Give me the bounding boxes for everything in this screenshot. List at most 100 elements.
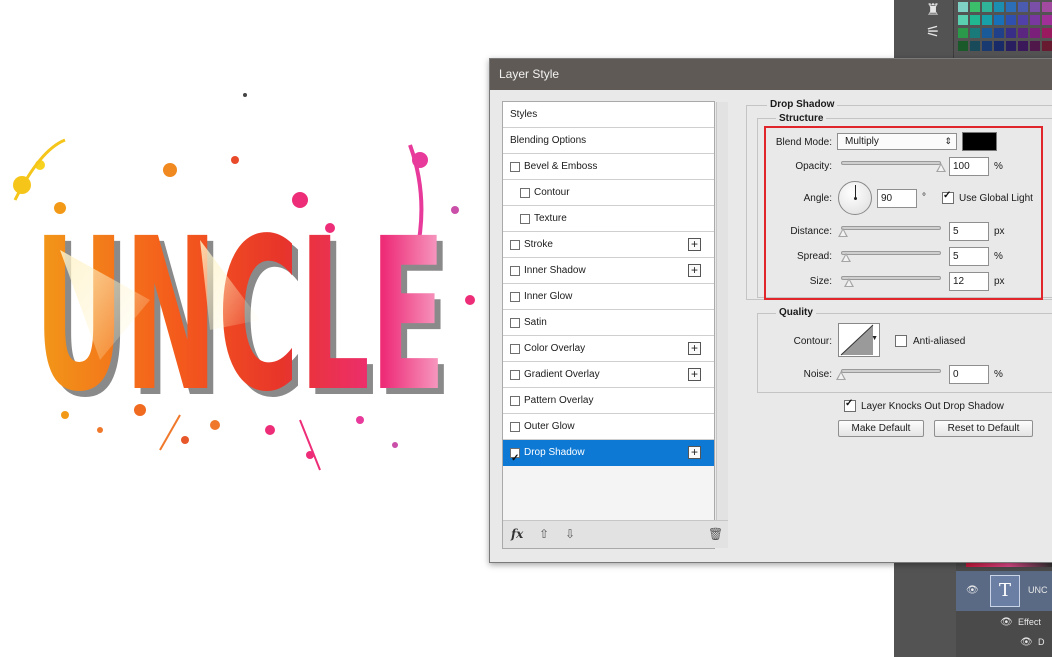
spread-input[interactable]: 5 bbox=[949, 247, 989, 266]
opacity-input[interactable]: 100 bbox=[949, 157, 989, 176]
dialog-title-bar[interactable]: Layer Style bbox=[490, 59, 1052, 90]
color-swatch[interactable] bbox=[970, 41, 980, 51]
color-swatch[interactable] bbox=[1006, 28, 1016, 38]
reset-to-default-button[interactable]: Reset to Default bbox=[934, 420, 1033, 437]
color-swatch[interactable] bbox=[982, 41, 992, 51]
fx-icon[interactable]: fx bbox=[511, 527, 523, 541]
inner-shadow-checkbox[interactable] bbox=[510, 266, 520, 276]
drop-shadow-add-icon[interactable]: + bbox=[688, 446, 701, 459]
pattern-overlay-checkbox[interactable] bbox=[510, 396, 520, 406]
color-swatch[interactable] bbox=[958, 2, 968, 12]
color-swatch[interactable] bbox=[970, 28, 980, 38]
color-swatch[interactable] bbox=[982, 28, 992, 38]
color-swatch[interactable] bbox=[1018, 41, 1028, 51]
stroke-checkbox[interactable] bbox=[510, 240, 520, 250]
contour-picker[interactable]: ▼ bbox=[838, 323, 880, 357]
style-item-blending-options[interactable]: Blending Options bbox=[503, 128, 714, 154]
size-slider-track[interactable] bbox=[841, 276, 941, 280]
color-swatch[interactable] bbox=[958, 15, 968, 25]
color-swatch[interactable] bbox=[1030, 28, 1040, 38]
layer-effect-item[interactable]: 👁 D bbox=[956, 633, 1052, 655]
noise-slider-track[interactable] bbox=[841, 369, 941, 373]
make-default-button[interactable]: Make Default bbox=[838, 420, 924, 437]
style-item-pattern-overlay[interactable]: Pattern Overlay bbox=[503, 388, 714, 414]
color-swatch[interactable] bbox=[958, 41, 968, 51]
color-swatch[interactable] bbox=[1018, 15, 1028, 25]
style-item-outer-glow[interactable]: Outer Glow bbox=[503, 414, 714, 440]
effects-eye-icon[interactable]: 👁 bbox=[1000, 617, 1013, 628]
color-swatch[interactable] bbox=[958, 28, 968, 38]
color-swatch[interactable] bbox=[1030, 41, 1040, 51]
anti-aliased-checkbox[interactable] bbox=[895, 335, 907, 347]
drop-shadow-checkbox[interactable] bbox=[510, 446, 520, 471]
color-swatch[interactable] bbox=[970, 15, 980, 25]
distance-input[interactable]: 5 bbox=[949, 222, 989, 241]
shadow-color-swatch[interactable] bbox=[962, 132, 997, 151]
angle-dial[interactable] bbox=[838, 181, 872, 215]
color-swatch[interactable] bbox=[994, 2, 1004, 12]
color-swatch[interactable] bbox=[1006, 2, 1016, 12]
layer-knocks-checkbox[interactable] bbox=[844, 398, 856, 412]
style-item-texture[interactable]: Texture bbox=[503, 206, 714, 232]
color-swatch[interactable] bbox=[1006, 15, 1016, 25]
style-item-satin[interactable]: Satin bbox=[503, 310, 714, 336]
blend-mode-select[interactable]: Multiply ⇕ bbox=[837, 133, 957, 150]
brush-presets-icon[interactable]: ⚟ bbox=[922, 22, 944, 44]
color-swatch[interactable] bbox=[1018, 28, 1028, 38]
contour-checkbox[interactable] bbox=[520, 188, 530, 198]
visibility-eye-icon[interactable]: 👁 bbox=[966, 585, 979, 596]
size-input[interactable]: 12 bbox=[949, 272, 989, 291]
color-swatch[interactable] bbox=[982, 15, 992, 25]
opacity-slider-thumb[interactable] bbox=[936, 163, 946, 172]
style-item-gradient-overlay[interactable]: Gradient Overlay + bbox=[503, 362, 714, 388]
color-swatch[interactable] bbox=[1042, 2, 1052, 12]
effect-eye-icon[interactable]: 👁 bbox=[1020, 637, 1033, 648]
inner-glow-checkbox[interactable] bbox=[510, 292, 520, 302]
move-down-arrow-icon[interactable]: ⇩ bbox=[565, 527, 575, 541]
color-swatch[interactable] bbox=[1006, 41, 1016, 51]
color-overlay-add-icon[interactable]: + bbox=[688, 342, 701, 355]
distance-slider-track[interactable] bbox=[841, 226, 941, 230]
noise-input[interactable]: 0 bbox=[949, 365, 989, 384]
noise-slider-thumb[interactable] bbox=[836, 371, 846, 380]
opacity-slider-track[interactable] bbox=[841, 161, 941, 165]
color-swatch[interactable] bbox=[994, 15, 1004, 25]
color-swatch[interactable] bbox=[1030, 15, 1040, 25]
style-item-bevel-emboss[interactable]: Bevel & Emboss bbox=[503, 154, 714, 180]
trash-icon[interactable]: 🗑 bbox=[708, 527, 723, 541]
satin-checkbox[interactable] bbox=[510, 318, 520, 328]
distance-slider-thumb[interactable] bbox=[838, 228, 848, 237]
color-swatch[interactable] bbox=[970, 2, 980, 12]
color-swatch[interactable] bbox=[982, 2, 992, 12]
gradient-overlay-checkbox[interactable] bbox=[510, 370, 520, 380]
spread-slider-track[interactable] bbox=[841, 251, 941, 255]
style-item-inner-shadow[interactable]: Inner Shadow + bbox=[503, 258, 714, 284]
style-item-drop-shadow[interactable]: Drop Shadow + bbox=[503, 440, 714, 471]
contour-dropdown-icon[interactable]: ▼ bbox=[871, 335, 878, 342]
spread-slider-thumb[interactable] bbox=[841, 253, 851, 262]
texture-checkbox[interactable] bbox=[520, 214, 530, 224]
outer-glow-checkbox[interactable] bbox=[510, 422, 520, 432]
style-item-color-overlay[interactable]: Color Overlay + bbox=[503, 336, 714, 362]
style-item-inner-glow[interactable]: Inner Glow bbox=[503, 284, 714, 310]
color-overlay-checkbox[interactable] bbox=[510, 344, 520, 354]
bevel-emboss-checkbox[interactable] bbox=[510, 162, 520, 172]
layer-row-text[interactable]: 👁 T UNC bbox=[956, 571, 1052, 611]
color-swatch[interactable] bbox=[994, 28, 1004, 38]
layer-effects-row[interactable]: 👁 Effect bbox=[956, 613, 1052, 635]
color-swatch[interactable] bbox=[1030, 2, 1040, 12]
size-slider-thumb[interactable] bbox=[844, 278, 854, 287]
color-swatch[interactable] bbox=[1042, 41, 1052, 51]
color-swatch[interactable] bbox=[1042, 15, 1052, 25]
brush-tool-icon[interactable]: ♜ bbox=[922, 0, 944, 22]
style-item-contour[interactable]: Contour bbox=[503, 180, 714, 206]
inner-shadow-add-icon[interactable]: + bbox=[688, 264, 701, 277]
stroke-add-icon[interactable]: + bbox=[688, 238, 701, 251]
style-item-styles[interactable]: Styles bbox=[503, 102, 714, 128]
style-item-stroke[interactable]: Stroke + bbox=[503, 232, 714, 258]
styles-list-scrollbar[interactable] bbox=[716, 102, 728, 522]
color-swatch[interactable] bbox=[1018, 2, 1028, 12]
move-up-arrow-icon[interactable]: ⇧ bbox=[539, 527, 549, 541]
color-swatch[interactable] bbox=[994, 41, 1004, 51]
gradient-overlay-add-icon[interactable]: + bbox=[688, 368, 701, 381]
